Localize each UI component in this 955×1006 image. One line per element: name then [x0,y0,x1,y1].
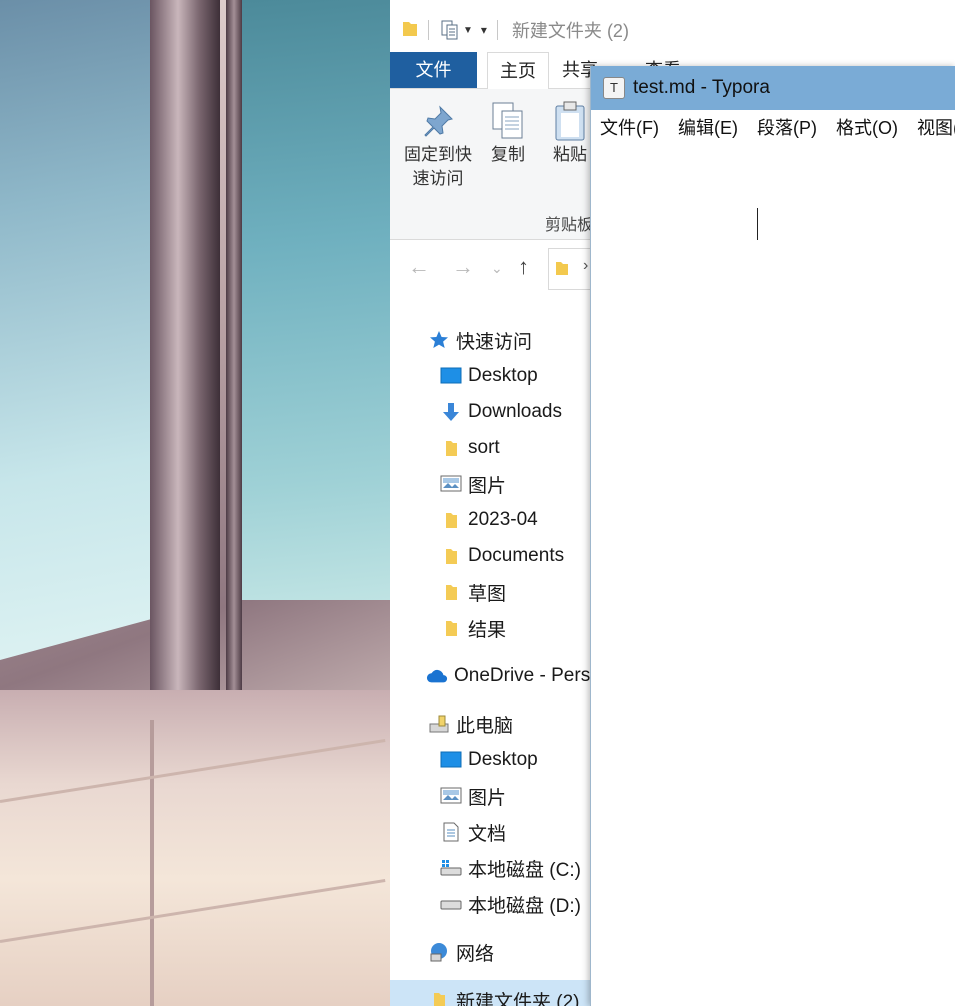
pin-icon [398,99,478,143]
star-icon [428,329,450,351]
desktop-icon [440,365,462,387]
nav-label: 本地磁盘 (C:) [468,859,581,881]
wallpaper-tile-line [150,720,154,1006]
wallpaper-window-glass-right [238,0,390,600]
nav-network[interactable]: 网络 [428,936,494,968]
paste-button[interactable]: 粘贴 [545,99,595,167]
typora-titlebar[interactable]: T test.md - Typora [591,66,955,110]
nav-item-desktop[interactable]: Desktop [440,360,538,392]
menu-paragraph[interactable]: 段落(P) [757,114,817,140]
folder-icon [440,617,462,639]
pin-to-quick-access-button[interactable]: 固定到快速访问 [398,99,478,191]
nav-label: 图片 [468,475,507,497]
typora-title: test.md - Typora [633,77,770,98]
nav-label: 本地磁盘 (D:) [468,895,581,917]
address-chevron-icon: › [583,257,589,274]
nav-item-documents[interactable]: Documents [440,540,564,572]
nav-label: OneDrive - Pers [454,665,591,686]
toolbar-separator [496,20,498,40]
nav-pc-pictures[interactable]: 图片 [440,780,506,812]
typora-window: T test.md - Typora 文件(F) 编辑(E) 段落(P) 格式(… [590,66,955,1006]
menu-format[interactable]: 格式(O) [836,114,898,140]
nav-label: 网络 [456,943,495,965]
menu-view[interactable]: 视图(V) [917,114,955,140]
folder-icon [440,509,462,531]
nav-pc-drive-c[interactable]: 本地磁盘 (C:) [440,852,581,884]
folder-icon [440,437,462,459]
nav-pc-drive-d[interactable]: 本地磁盘 (D:) [440,888,581,920]
copy-icon [482,99,534,143]
typora-menubar: 文件(F) 编辑(E) 段落(P) 格式(O) 视图(V) [591,110,955,144]
dropdown-icon[interactable]: ▼ [463,25,473,36]
paste-label: 粘贴 [553,145,587,164]
nav-label: 2023-04 [468,509,538,530]
pictures-icon [440,473,462,495]
pin-label: 固定到快速访问 [404,145,472,188]
nav-label: 结果 [468,619,507,641]
nav-item-sketch[interactable]: 草图 [440,576,506,608]
nav-current-folder[interactable]: 新建文件夹 (2) [428,984,580,1006]
clipboard-group-label: 剪贴板 [545,217,594,234]
desktop-icon [440,749,462,771]
text-cursor [757,208,758,240]
nav-quick-access[interactable]: 快速访问 [428,324,532,356]
nav-label: 草图 [468,583,507,605]
toolbar-separator [428,20,429,40]
computer-icon [428,713,450,735]
download-arrow-icon [440,401,462,423]
typora-app-icon: T [603,77,625,99]
nav-item-downloads[interactable]: Downloads [440,396,562,428]
folder-icon [440,581,462,603]
back-arrow-icon[interactable]: ← [408,254,430,280]
forward-arrow-icon[interactable]: → [452,254,474,280]
nav-label: Desktop [468,749,538,770]
nav-label: 快速访问 [456,331,533,353]
folder-icon [556,262,568,275]
wallpaper-window-frame-right [226,0,242,690]
nav-item-sort[interactable]: sort [440,432,500,464]
copy-label: 复制 [491,145,525,164]
folder-icon [440,545,462,567]
nav-item-results[interactable]: 结果 [440,612,506,644]
windows-drive-icon [440,857,462,879]
pictures-icon [440,785,462,807]
nav-label: 文档 [468,823,507,845]
copy-button[interactable]: 复制 [482,99,534,167]
quick-access-toolbar: ▼ ▾ 新建文件夹 (2) [390,8,955,52]
wallpaper-window-frame-left [150,0,220,720]
nav-item-2023-04[interactable]: 2023-04 [440,504,538,536]
recent-locations-chevron-icon[interactable]: ⌄ [491,260,503,277]
customize-toolbar-icon[interactable]: ▾ [481,23,487,37]
network-icon [428,941,450,963]
typora-editor[interactable] [591,144,955,1006]
nav-label: 图片 [468,787,507,809]
nav-label: sort [468,437,500,458]
properties-button[interactable]: ▼ [439,19,473,41]
nav-this-pc[interactable]: 此电脑 [428,708,513,740]
up-arrow-icon[interactable]: ↑ [518,254,529,280]
nav-label: Documents [468,545,565,566]
folder-icon [428,989,450,1006]
window-title: 新建文件夹 (2) [511,21,629,41]
cloud-icon [426,665,448,687]
tab-home[interactable]: 主页 [487,52,549,90]
menu-edit[interactable]: 编辑(E) [678,114,738,140]
drive-icon [440,893,462,915]
nav-pc-desktop[interactable]: Desktop [440,744,538,776]
desktop-wallpaper [0,0,390,1006]
tab-file[interactable]: 文件 [390,52,477,88]
wallpaper-sill [0,690,390,1006]
nav-label: 新建文件夹 (2) [456,991,580,1006]
folder-icon [402,18,418,43]
nav-onedrive[interactable]: OneDrive - Pers [426,660,590,692]
document-icon [440,821,462,843]
paste-icon [545,99,595,143]
nav-label: Downloads [468,401,562,422]
nav-pc-documents[interactable]: 文档 [440,816,506,848]
nav-label: Desktop [468,365,538,386]
menu-file[interactable]: 文件(F) [600,114,659,140]
nav-label: 此电脑 [456,715,514,737]
nav-item-pictures[interactable]: 图片 [440,468,506,500]
